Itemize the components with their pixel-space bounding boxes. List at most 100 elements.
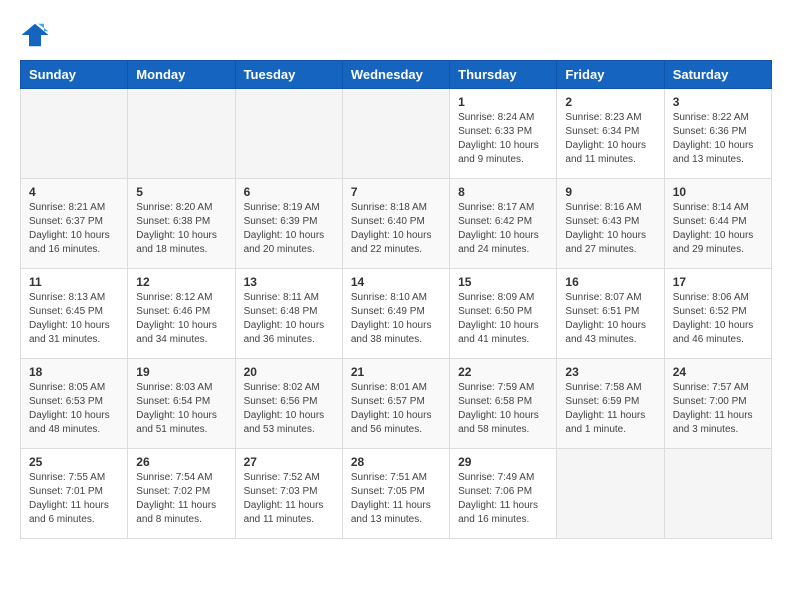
day-info: Sunrise: 7:55 AM Sunset: 7:01 PM Dayligh…: [29, 471, 119, 527]
day-info: Sunrise: 8:19 AM Sunset: 6:39 PM Dayligh…: [244, 201, 334, 257]
day-info: Sunrise: 8:02 AM Sunset: 6:56 PM Dayligh…: [244, 381, 334, 437]
day-info: Sunrise: 7:58 AM Sunset: 6:59 PM Dayligh…: [565, 381, 655, 437]
logo-icon: [20, 20, 50, 50]
day-info: Sunrise: 8:06 AM Sunset: 6:52 PM Dayligh…: [673, 291, 763, 347]
day-info: Sunrise: 8:11 AM Sunset: 6:48 PM Dayligh…: [244, 291, 334, 347]
day-number: 28: [351, 455, 441, 469]
day-cell: 2Sunrise: 8:23 AM Sunset: 6:34 PM Daylig…: [557, 89, 664, 179]
day-cell: 9 Sunrise: 8:16 AM Sunset: 6:43 PM Daylig…: [557, 179, 664, 269]
day-cell: [664, 449, 771, 539]
day-info: Sunrise: 8:09 AM Sunset: 6:50 PM Dayligh…: [458, 291, 548, 347]
day-cell: 14 Sunrise: 8:10 AM Sunset: 6:49 PM Dayli…: [342, 269, 449, 359]
day-cell: 25 Sunrise: 7:55 AM Sunset: 7:01 PM Dayli…: [21, 449, 128, 539]
day-cell: [557, 449, 664, 539]
day-cell: 27 Sunrise: 7:52 AM Sunset: 7:03 PM Dayli…: [235, 449, 342, 539]
weekday-header-friday: Friday: [557, 61, 664, 89]
day-number: 21: [351, 365, 441, 379]
day-cell: 3 Sunrise: 8:22 AM Sunset: 6:36 PM Daylig…: [664, 89, 771, 179]
day-info: Sunrise: 7:59 AM Sunset: 6:58 PM Dayligh…: [458, 381, 548, 437]
week-row-1: 4 Sunrise: 8:21 AM Sunset: 6:37 PM Daylig…: [21, 179, 772, 269]
day-info: Sunrise: 8:13 AM Sunset: 6:45 PM Dayligh…: [29, 291, 119, 347]
day-cell: 22 Sunrise: 7:59 AM Sunset: 6:58 PM Dayli…: [450, 359, 557, 449]
day-info: Sunrise: 8:03 AM Sunset: 6:54 PM Dayligh…: [136, 381, 226, 437]
day-info: Sunrise: 8:16 AM Sunset: 6:43 PM Dayligh…: [565, 201, 655, 257]
day-number: 23: [565, 365, 655, 379]
day-number: 26: [136, 455, 226, 469]
day-cell: 4 Sunrise: 8:21 AM Sunset: 6:37 PM Daylig…: [21, 179, 128, 269]
weekday-header-sunday: Sunday: [21, 61, 128, 89]
day-number: 20: [244, 365, 334, 379]
day-info: Sunrise: 8:07 AM Sunset: 6:51 PM Dayligh…: [565, 291, 655, 347]
day-info: Sunrise: 8:10 AM Sunset: 6:49 PM Dayligh…: [351, 291, 441, 347]
day-info: Sunrise: 8:17 AM Sunset: 6:42 PM Dayligh…: [458, 201, 548, 257]
day-cell: 20 Sunrise: 8:02 AM Sunset: 6:56 PM Dayli…: [235, 359, 342, 449]
day-cell: 12 Sunrise: 8:12 AM Sunset: 6:46 PM Dayli…: [128, 269, 235, 359]
day-number: 9: [565, 185, 655, 199]
day-cell: 15 Sunrise: 8:09 AM Sunset: 6:50 PM Dayli…: [450, 269, 557, 359]
day-info: Sunrise: 7:52 AM Sunset: 7:03 PM Dayligh…: [244, 471, 334, 527]
day-info: Sunrise: 8:05 AM Sunset: 6:53 PM Dayligh…: [29, 381, 119, 437]
day-cell: 26 Sunrise: 7:54 AM Sunset: 7:02 PM Dayli…: [128, 449, 235, 539]
logo: [20, 20, 54, 50]
day-number: 5: [136, 185, 226, 199]
weekday-header-thursday: Thursday: [450, 61, 557, 89]
day-info: Sunrise: 8:21 AM Sunset: 6:37 PM Dayligh…: [29, 201, 119, 257]
day-number: 27: [244, 455, 334, 469]
day-number: 1: [458, 95, 548, 109]
day-info: Sunrise: 8:18 AM Sunset: 6:40 PM Dayligh…: [351, 201, 441, 257]
day-number: 12: [136, 275, 226, 289]
day-number: 29: [458, 455, 548, 469]
day-cell: 21 Sunrise: 8:01 AM Sunset: 6:57 PM Dayli…: [342, 359, 449, 449]
day-number: 13: [244, 275, 334, 289]
day-cell: 7Sunrise: 8:18 AM Sunset: 6:40 PM Daylig…: [342, 179, 449, 269]
day-number: 25: [29, 455, 119, 469]
week-row-2: 11 Sunrise: 8:13 AM Sunset: 6:45 PM Dayli…: [21, 269, 772, 359]
day-cell: [21, 89, 128, 179]
day-number: 10: [673, 185, 763, 199]
header: [20, 20, 772, 50]
week-row-4: 25 Sunrise: 7:55 AM Sunset: 7:01 PM Dayli…: [21, 449, 772, 539]
day-number: 18: [29, 365, 119, 379]
day-cell: 23 Sunrise: 7:58 AM Sunset: 6:59 PM Dayli…: [557, 359, 664, 449]
day-cell: 17 Sunrise: 8:06 AM Sunset: 6:52 PM Dayli…: [664, 269, 771, 359]
day-info: Sunrise: 7:57 AM Sunset: 7:00 PM Dayligh…: [673, 381, 763, 437]
day-cell: 18 Sunrise: 8:05 AM Sunset: 6:53 PM Dayli…: [21, 359, 128, 449]
weekday-header-row: SundayMondayTuesdayWednesdayThursdayFrid…: [21, 61, 772, 89]
day-cell: 29 Sunrise: 7:49 AM Sunset: 7:06 PM Dayli…: [450, 449, 557, 539]
day-cell: 19 Sunrise: 8:03 AM Sunset: 6:54 PM Dayli…: [128, 359, 235, 449]
day-number: 19: [136, 365, 226, 379]
day-cell: 10 Sunrise: 8:14 AM Sunset: 6:44 PM Dayli…: [664, 179, 771, 269]
day-info: Sunrise: 8:01 AM Sunset: 6:57 PM Dayligh…: [351, 381, 441, 437]
day-number: 15: [458, 275, 548, 289]
day-cell: 24 Sunrise: 7:57 AM Sunset: 7:00 PM Dayli…: [664, 359, 771, 449]
day-info: Sunrise: 8:24 AM Sunset: 6:33 PM Dayligh…: [458, 111, 548, 167]
day-info: Sunrise: 8:12 AM Sunset: 6:46 PM Dayligh…: [136, 291, 226, 347]
day-info: Sunrise: 8:20 AM Sunset: 6:38 PM Dayligh…: [136, 201, 226, 257]
day-info: Sunrise: 8:14 AM Sunset: 6:44 PM Dayligh…: [673, 201, 763, 257]
weekday-header-saturday: Saturday: [664, 61, 771, 89]
day-cell: 16Sunrise: 8:07 AM Sunset: 6:51 PM Dayli…: [557, 269, 664, 359]
weekday-header-tuesday: Tuesday: [235, 61, 342, 89]
day-cell: 13 Sunrise: 8:11 AM Sunset: 6:48 PM Dayli…: [235, 269, 342, 359]
day-info: Sunrise: 7:49 AM Sunset: 7:06 PM Dayligh…: [458, 471, 548, 527]
day-number: 4: [29, 185, 119, 199]
day-cell: 1 Sunrise: 8:24 AM Sunset: 6:33 PM Daylig…: [450, 89, 557, 179]
day-info: Sunrise: 8:23 AM Sunset: 6:34 PM Dayligh…: [565, 111, 655, 167]
day-number: 3: [673, 95, 763, 109]
day-info: Sunrise: 8:22 AM Sunset: 6:36 PM Dayligh…: [673, 111, 763, 167]
day-cell: [235, 89, 342, 179]
day-cell: [342, 89, 449, 179]
day-number: 14: [351, 275, 441, 289]
day-number: 8: [458, 185, 548, 199]
day-number: 24: [673, 365, 763, 379]
day-cell: 11 Sunrise: 8:13 AM Sunset: 6:45 PM Dayli…: [21, 269, 128, 359]
weekday-header-monday: Monday: [128, 61, 235, 89]
day-cell: 8 Sunrise: 8:17 AM Sunset: 6:42 PM Daylig…: [450, 179, 557, 269]
day-number: 22: [458, 365, 548, 379]
day-info: Sunrise: 7:54 AM Sunset: 7:02 PM Dayligh…: [136, 471, 226, 527]
day-cell: 5 Sunrise: 8:20 AM Sunset: 6:38 PM Daylig…: [128, 179, 235, 269]
day-cell: 28Sunrise: 7:51 AM Sunset: 7:05 PM Dayli…: [342, 449, 449, 539]
day-number: 17: [673, 275, 763, 289]
day-number: 6: [244, 185, 334, 199]
day-number: 11: [29, 275, 119, 289]
